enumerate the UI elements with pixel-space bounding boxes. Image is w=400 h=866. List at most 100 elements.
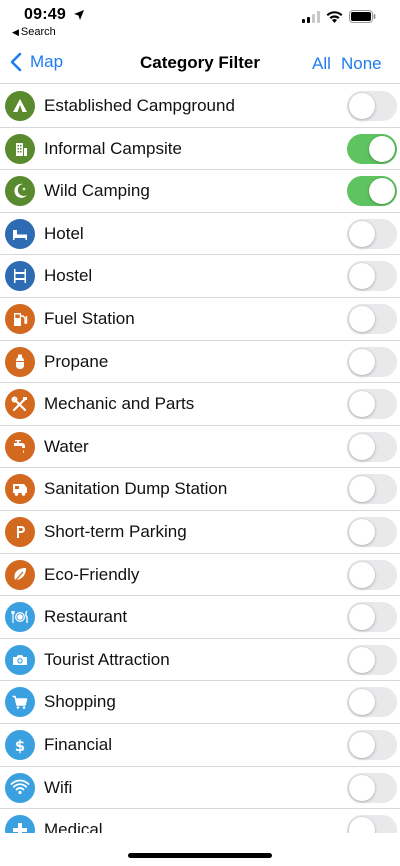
fuel-pump-icon <box>5 303 35 334</box>
select-all-button[interactable]: All <box>312 54 331 74</box>
back-to-app-link[interactable]: ◀ Search <box>12 26 56 38</box>
building-icon <box>5 133 35 164</box>
back-app-label: Search <box>20 26 56 38</box>
leaf-icon <box>5 559 35 590</box>
category-label: Restaurant <box>44 607 128 627</box>
toggle-knob <box>349 604 375 631</box>
plate-icon <box>5 602 35 633</box>
category-toggle[interactable] <box>347 91 397 121</box>
category-list: Established Campground Informal Campsite W… <box>0 85 400 833</box>
camera-icon <box>5 644 35 675</box>
back-button-label: Map <box>30 52 64 71</box>
category-row: Sanitation Dump Station <box>0 468 400 511</box>
category-label: Hostel <box>44 266 93 286</box>
toggle-knob <box>349 731 375 758</box>
toggle-knob <box>349 774 375 801</box>
category-row: $ Financial <box>0 724 400 767</box>
category-row: Tourist Attraction <box>0 639 400 682</box>
category-toggle[interactable] <box>347 729 397 760</box>
category-toggle[interactable] <box>347 431 397 462</box>
category-label: Wifi <box>44 777 73 797</box>
svg-text:$: $ <box>15 737 25 755</box>
category-row: Wifi <box>0 767 400 810</box>
chevron-left-icon <box>10 52 22 72</box>
category-label: Wild Camping <box>44 181 150 201</box>
category-label: Fuel Station <box>44 308 135 328</box>
category-label: Mechanic and Parts <box>44 394 195 414</box>
category-toggle[interactable] <box>347 644 397 675</box>
category-row: Fuel Station <box>0 298 400 341</box>
cellular-signal-icon <box>302 10 320 28</box>
category-label: Water <box>44 436 89 456</box>
back-triangle-icon: ◀ <box>12 27 19 37</box>
category-label: Hotel <box>44 223 84 243</box>
location-arrow-icon <box>73 8 85 26</box>
category-toggle[interactable] <box>347 261 397 292</box>
toggle-knob <box>349 817 375 833</box>
toggle-knob <box>349 476 375 503</box>
toggle-knob <box>349 561 375 588</box>
parking-icon <box>5 516 35 547</box>
category-row: Medical <box>0 809 400 833</box>
category-row: Hostel <box>0 255 400 298</box>
toggle-knob <box>349 646 375 673</box>
category-toggle[interactable] <box>347 474 397 505</box>
category-toggle[interactable] <box>347 687 397 718</box>
wifi-status-icon <box>326 10 343 28</box>
toggle-knob <box>349 518 375 545</box>
dollar-icon: $ <box>5 729 35 760</box>
category-toggle[interactable] <box>347 303 397 334</box>
toggle-knob <box>369 135 395 162</box>
propane-tank-icon <box>5 346 35 377</box>
category-toggle[interactable] <box>347 772 397 803</box>
tent-icon <box>5 91 35 121</box>
toggle-knob <box>349 391 375 418</box>
navigation-bar: Map Category Filter All None <box>0 44 400 84</box>
category-toggle[interactable] <box>347 516 397 547</box>
category-label: Short-term Parking <box>44 521 187 541</box>
battery-icon <box>349 10 376 28</box>
toggle-knob <box>369 178 395 205</box>
category-row: Short-term Parking <box>0 511 400 554</box>
bunk-bed-icon <box>5 261 35 292</box>
category-label: Tourist Attraction <box>44 649 170 669</box>
category-label: Eco-Friendly <box>44 564 140 584</box>
status-icons <box>302 10 376 28</box>
category-toggle[interactable] <box>347 346 397 377</box>
category-toggle[interactable] <box>347 389 397 420</box>
category-toggle[interactable] <box>347 559 397 590</box>
category-row: Mechanic and Parts <box>0 383 400 426</box>
cart-icon <box>5 687 35 718</box>
category-label: Propane <box>44 351 109 371</box>
toggle-knob <box>349 689 375 716</box>
select-none-button[interactable]: None <box>341 54 382 74</box>
toggle-knob <box>349 305 375 332</box>
category-label: Financial <box>44 734 113 754</box>
category-row: Restaurant <box>0 596 400 639</box>
category-row: Wild Camping <box>0 170 400 213</box>
toggle-knob <box>349 93 375 119</box>
rv-icon <box>5 474 35 505</box>
category-toggle[interactable] <box>347 176 397 207</box>
faucet-icon <box>5 431 35 462</box>
category-label: Shopping <box>44 692 116 712</box>
category-toggle[interactable] <box>347 133 397 164</box>
wifi-icon <box>5 772 35 803</box>
category-toggle[interactable] <box>347 815 397 833</box>
category-toggle[interactable] <box>347 218 397 249</box>
home-indicator[interactable] <box>128 853 272 858</box>
category-toggle[interactable] <box>347 602 397 633</box>
medical-icon <box>5 815 35 833</box>
category-label: Informal Campsite <box>44 138 182 158</box>
category-row: Eco-Friendly <box>0 554 400 597</box>
status-time: 09:49 <box>24 6 66 23</box>
category-label: Established Campground <box>44 96 235 115</box>
wrench-icon <box>5 389 35 420</box>
back-to-map-button[interactable]: Map <box>10 52 63 72</box>
category-label: Medical <box>44 820 103 833</box>
toggle-knob <box>349 263 375 290</box>
category-row: Shopping <box>0 681 400 724</box>
toggle-knob <box>349 220 375 247</box>
moon-icon <box>5 176 35 207</box>
bed-icon <box>5 218 35 249</box>
